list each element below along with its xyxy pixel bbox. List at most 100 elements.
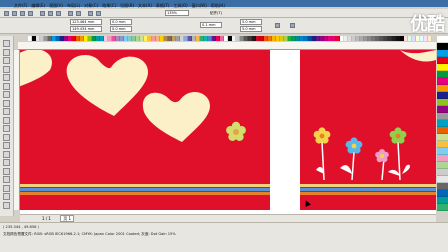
heart-shape-corner [400,50,436,62]
duplicate-y-field[interactable]: 5.0 mm [240,26,262,32]
dimension-tool-icon[interactable] [3,133,10,141]
horizontal-ruler[interactable] [18,42,436,50]
menu-item-10[interactable]: 窗口(W) [192,2,207,9]
color-swatch[interactable] [437,127,448,134]
stripe-yellow [20,184,270,187]
units-icon[interactable] [275,23,280,28]
menu-item-4[interactable]: 对象(C) [84,2,98,9]
menu-item-6[interactable]: 位图(B) [120,2,134,9]
color-swatch[interactable] [437,197,448,204]
menu-item-8[interactable]: 表格(T) [156,2,170,9]
color-swatch[interactable] [437,169,448,176]
color-swatch[interactable] [437,57,448,64]
shape-tool-icon[interactable] [3,48,10,56]
transparency-tool-icon[interactable] [3,201,10,209]
redo-icon[interactable] [76,11,81,16]
open-icon[interactable] [12,11,17,16]
copy-icon[interactable] [48,11,53,16]
color-swatch[interactable] [428,36,432,41]
options-icon[interactable] [290,23,295,28]
color-profile-info[interactable]: 文档颜色预置文件: RGB: sRGB IEC61966-2.1; CMYK: … [3,232,176,237]
color-swatch[interactable] [437,78,448,85]
heart-shape-large [66,55,148,116]
flower-icon-blue [345,137,363,154]
color-swatch[interactable] [437,155,448,162]
crop-tool-icon[interactable] [3,57,10,64]
page-1-artwork[interactable] [20,50,270,210]
color-swatch[interactable] [437,204,448,211]
duplicate-x-field[interactable]: 5.0 mm [240,19,262,25]
smart-fill-icon[interactable] [3,82,10,90]
outline-tool-icon[interactable] [3,167,10,175]
flower-icon-green [389,127,407,144]
color-swatch[interactable] [437,50,448,57]
menu-item-0[interactable]: 文件(F) [14,2,27,9]
menu-item-2[interactable]: 视图(V) [49,2,63,9]
eyedropper-tool-icon[interactable] [3,159,10,166]
page-navigator[interactable]: 1 / 1 页 1 [20,214,436,222]
heart-shape-partial [20,50,52,87]
import-icon[interactable] [88,11,93,16]
print-icon[interactable] [28,11,33,16]
nudge-distance-field[interactable]: 0.1 mm [200,22,222,28]
y-position-field[interactable]: 149.434 mm [70,26,102,32]
color-swatch[interactable] [437,85,448,92]
text-tool-icon[interactable] [3,116,10,124]
flower-icon-yellow [313,127,331,144]
menu-item-7[interactable]: 文本(X) [138,2,152,9]
connector-tool-icon[interactable] [3,142,10,149]
color-swatch[interactable] [437,99,448,106]
polygon-tool-icon[interactable] [3,108,10,115]
color-swatch[interactable] [437,148,448,155]
menu-item-9[interactable]: 工具(O) [173,2,187,9]
page-tab[interactable]: 页 1 [60,215,75,222]
interactive-fill-icon[interactable] [3,184,10,192]
undo-icon[interactable] [68,11,73,16]
mesh-fill-icon[interactable] [3,193,10,200]
color-swatch[interactable] [437,36,448,43]
status-bar: ( 235.344 , 49.856 ) 文档颜色预置文件: RGB: sRGB… [0,222,448,252]
color-swatch[interactable] [437,113,448,120]
menu-item-11[interactable]: 帮助(H) [211,2,225,9]
menu-bar: 文件(F) 编辑(E) 视图(V) 布局(L) 对象(C) 效果(C) 位图(B) 文本(X)… [0,2,225,9]
color-swatch[interactable] [437,183,448,190]
stripe-yellow-2 [300,184,436,187]
color-swatch[interactable] [437,64,448,71]
freehand-tool-icon[interactable] [3,74,10,81]
color-swatch[interactable] [437,141,448,148]
color-swatch[interactable] [437,120,448,127]
property-bar: 123.464 mm 149.434 mm 0.0 mm 0.0 mm 0.1 … [0,18,448,34]
drawing-canvas[interactable] [20,50,436,214]
fill-tool-icon[interactable] [3,176,10,183]
color-swatch[interactable] [437,190,448,197]
color-swatch[interactable] [437,71,448,78]
pick-tool-icon[interactable] [3,40,10,47]
menu-item-5[interactable]: 效果(C) [102,2,116,9]
color-swatch[interactable] [437,134,448,141]
zoom-tool-icon[interactable] [3,65,10,73]
ellipse-tool-icon[interactable] [3,99,10,107]
blend-tool-icon[interactable] [3,150,10,158]
color-palette-top [28,36,432,41]
cut-icon[interactable] [40,11,45,16]
table-tool-icon[interactable] [3,125,10,132]
menu-item-1[interactable]: 编辑(E) [31,2,45,9]
paste-icon[interactable] [56,11,61,16]
height-field[interactable]: 0.0 mm [110,26,132,32]
color-swatch[interactable] [437,162,448,169]
x-position-field[interactable]: 123.464 mm [70,19,102,25]
color-swatch[interactable] [437,92,448,99]
menu-item-3[interactable]: 布局(L) [67,2,80,9]
snap-menu[interactable]: 贴齐(T) [210,11,222,16]
save-icon[interactable] [20,11,25,16]
zoom-level-field[interactable]: 135% [165,10,189,16]
rectangle-tool-icon[interactable] [3,91,10,98]
color-swatch[interactable] [437,176,448,183]
heart-shape-medium [142,92,210,142]
export-icon[interactable] [96,11,101,16]
page-2-artwork[interactable] [300,50,436,210]
color-swatch[interactable] [437,106,448,113]
width-field[interactable]: 0.0 mm [110,19,132,25]
color-swatch[interactable] [437,43,448,50]
new-document-icon[interactable] [4,11,9,16]
